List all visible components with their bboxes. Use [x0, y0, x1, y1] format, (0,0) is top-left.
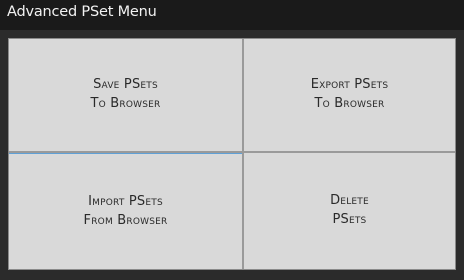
import-psets-from-browser-button[interactable]: Import PSets From Browser [9, 153, 242, 269]
delete-psets-button[interactable]: Delete PSets [244, 153, 455, 269]
button-label-line1: Delete [330, 193, 369, 209]
title-bar: Advanced PSet Menu [0, 0, 464, 30]
pset-action-grid: Save PSets To Browser Export PSets To Br… [8, 38, 456, 270]
advanced-pset-menu-window: Advanced PSet Menu Save PSets To Browser… [0, 0, 464, 280]
save-psets-to-browser-button[interactable]: Save PSets To Browser [9, 39, 242, 151]
window-title: Advanced PSet Menu [7, 4, 157, 20]
button-label-line2: PSets [332, 212, 367, 227]
export-psets-to-browser-button[interactable]: Export PSets To Browser [244, 39, 455, 151]
button-label-line2: To Browser [90, 96, 161, 111]
button-label-line1: Import PSets [88, 193, 163, 209]
button-label-line2: From Browser [83, 212, 168, 228]
button-label-line2: To Browser [314, 96, 385, 111]
button-label-line1: Save PSets [93, 77, 158, 93]
button-label-line1: Export PSets [310, 77, 389, 93]
